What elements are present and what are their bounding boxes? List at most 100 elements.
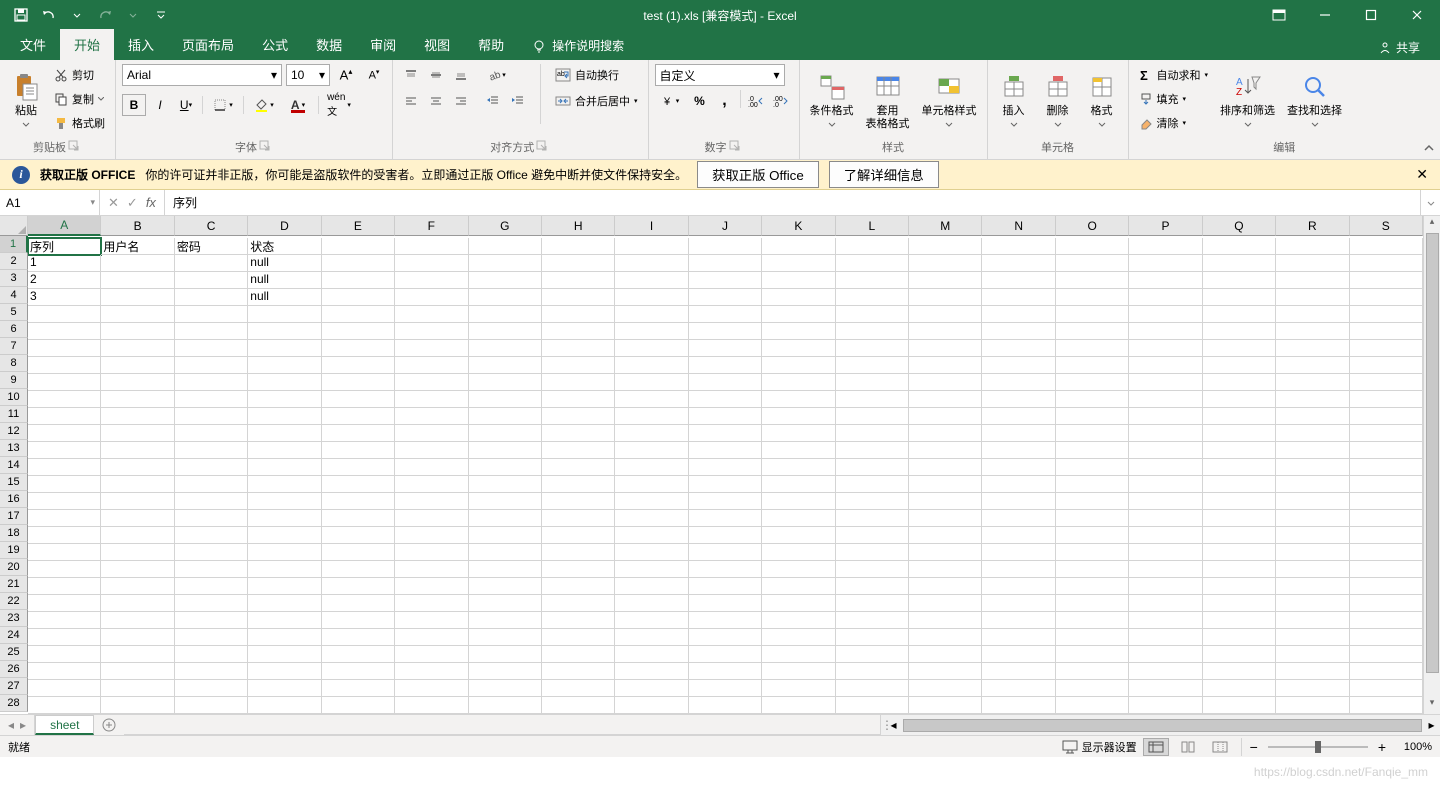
- cell-R6[interactable]: [1276, 323, 1349, 340]
- format-painter-button[interactable]: 格式刷: [50, 112, 109, 134]
- zoom-out-button[interactable]: −: [1250, 739, 1258, 755]
- align-launcher-icon[interactable]: [536, 140, 550, 154]
- cell-O20[interactable]: [1056, 561, 1129, 578]
- cell-A17[interactable]: [28, 510, 101, 527]
- cell-M13[interactable]: [909, 442, 982, 459]
- col-header-A[interactable]: A: [28, 216, 101, 236]
- cell-B16[interactable]: [101, 493, 174, 510]
- cell-P3[interactable]: [1129, 272, 1202, 289]
- cell-G23[interactable]: [469, 612, 542, 629]
- row-header-25[interactable]: 25: [0, 644, 28, 661]
- cell-C1[interactable]: 密码: [175, 238, 248, 255]
- cell-E27[interactable]: [322, 680, 395, 697]
- tab-帮助[interactable]: 帮助: [464, 29, 518, 60]
- cell-F16[interactable]: [395, 493, 468, 510]
- cell-K9[interactable]: [762, 374, 835, 391]
- cell-D20[interactable]: [248, 561, 321, 578]
- cell-C26[interactable]: [175, 663, 248, 680]
- cut-button[interactable]: 剪切: [50, 64, 109, 86]
- cell-C21[interactable]: [175, 578, 248, 595]
- cell-E2[interactable]: [322, 255, 395, 272]
- cell-E8[interactable]: [322, 357, 395, 374]
- autosum-button[interactable]: Σ自动求和 ▾: [1135, 64, 1213, 86]
- enter-formula-button[interactable]: ✓: [127, 195, 138, 211]
- cell-F5[interactable]: [395, 306, 468, 323]
- cell-N9[interactable]: [982, 374, 1055, 391]
- cell-P19[interactable]: [1129, 544, 1202, 561]
- cell-O5[interactable]: [1056, 306, 1129, 323]
- cell-S22[interactable]: [1350, 595, 1423, 612]
- vertical-scrollbar[interactable]: ▴ ▾: [1423, 216, 1440, 714]
- cell-E6[interactable]: [322, 323, 395, 340]
- col-header-E[interactable]: E: [322, 216, 395, 236]
- cell-I27[interactable]: [615, 680, 688, 697]
- cell-A14[interactable]: [28, 459, 101, 476]
- cell-S25[interactable]: [1350, 646, 1423, 663]
- cell-N13[interactable]: [982, 442, 1055, 459]
- cell-H28[interactable]: [542, 697, 615, 714]
- cell-I15[interactable]: [615, 476, 688, 493]
- cell-M23[interactable]: [909, 612, 982, 629]
- cell-Q1[interactable]: [1203, 238, 1276, 255]
- cell-L17[interactable]: [836, 510, 909, 527]
- cell-O2[interactable]: [1056, 255, 1129, 272]
- cell-M9[interactable]: [909, 374, 982, 391]
- cell-P20[interactable]: [1129, 561, 1202, 578]
- cell-J2[interactable]: [689, 255, 762, 272]
- sheet-nav-next[interactable]: ▸: [20, 718, 26, 732]
- cell-L26[interactable]: [836, 663, 909, 680]
- cell-A20[interactable]: [28, 561, 101, 578]
- cell-F18[interactable]: [395, 527, 468, 544]
- comma-button[interactable]: ,: [713, 90, 737, 112]
- cell-P6[interactable]: [1129, 323, 1202, 340]
- cell-L4[interactable]: [836, 289, 909, 306]
- cell-J5[interactable]: [689, 306, 762, 323]
- cell-M17[interactable]: [909, 510, 982, 527]
- cell-D19[interactable]: [248, 544, 321, 561]
- cell-N5[interactable]: [982, 306, 1055, 323]
- cell-L9[interactable]: [836, 374, 909, 391]
- cell-Q12[interactable]: [1203, 425, 1276, 442]
- italic-button[interactable]: I: [148, 94, 172, 116]
- cell-R2[interactable]: [1276, 255, 1349, 272]
- cell-G8[interactable]: [469, 357, 542, 374]
- cell-J10[interactable]: [689, 391, 762, 408]
- cell-K26[interactable]: [762, 663, 835, 680]
- collapse-ribbon-button[interactable]: [1422, 141, 1436, 155]
- cell-S4[interactable]: [1350, 289, 1423, 306]
- cell-D6[interactable]: [248, 323, 321, 340]
- cell-L27[interactable]: [836, 680, 909, 697]
- cell-B26[interactable]: [101, 663, 174, 680]
- cell-I18[interactable]: [615, 527, 688, 544]
- cell-C12[interactable]: [175, 425, 248, 442]
- cell-R17[interactable]: [1276, 510, 1349, 527]
- cell-R24[interactable]: [1276, 629, 1349, 646]
- cell-S20[interactable]: [1350, 561, 1423, 578]
- cell-M18[interactable]: [909, 527, 982, 544]
- cell-F8[interactable]: [395, 357, 468, 374]
- cell-I6[interactable]: [615, 323, 688, 340]
- number-format-combo[interactable]: 自定义▾: [655, 64, 785, 86]
- middle-align-button[interactable]: [424, 64, 448, 86]
- cell-G5[interactable]: [469, 306, 542, 323]
- cell-D10[interactable]: [248, 391, 321, 408]
- cell-B11[interactable]: [101, 408, 174, 425]
- cell-J3[interactable]: [689, 272, 762, 289]
- cell-K18[interactable]: [762, 527, 835, 544]
- cell-P5[interactable]: [1129, 306, 1202, 323]
- cell-J16[interactable]: [689, 493, 762, 510]
- cell-H27[interactable]: [542, 680, 615, 697]
- cell-N15[interactable]: [982, 476, 1055, 493]
- cancel-formula-button[interactable]: ✕: [108, 195, 119, 211]
- cell-M6[interactable]: [909, 323, 982, 340]
- cell-S2[interactable]: [1350, 255, 1423, 272]
- cell-E13[interactable]: [322, 442, 395, 459]
- cell-S18[interactable]: [1350, 527, 1423, 544]
- zoom-level[interactable]: 100%: [1392, 741, 1432, 753]
- cell-K5[interactable]: [762, 306, 835, 323]
- cell-G14[interactable]: [469, 459, 542, 476]
- cell-O21[interactable]: [1056, 578, 1129, 595]
- tab-数据[interactable]: 数据: [302, 29, 356, 60]
- cell-L11[interactable]: [836, 408, 909, 425]
- cell-Q14[interactable]: [1203, 459, 1276, 476]
